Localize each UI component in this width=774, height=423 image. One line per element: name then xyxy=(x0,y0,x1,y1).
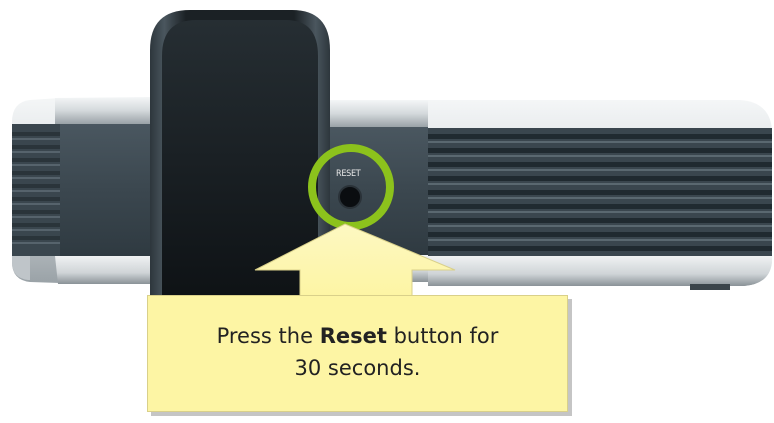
left-bottom-lip xyxy=(55,256,150,284)
right-body xyxy=(428,100,772,290)
left-top-lip xyxy=(55,97,150,124)
middle-top-lip xyxy=(320,100,430,127)
callout-text: Press the Reset button for 30 seconds. xyxy=(217,320,499,384)
callout-text-before: Press the xyxy=(216,323,320,348)
callout-text-line2: 30 seconds. xyxy=(294,355,421,380)
instruction-callout: Press the Reset button for 30 seconds. xyxy=(147,295,568,412)
left-dark-panel xyxy=(60,124,152,256)
reset-label: RESET xyxy=(336,169,361,179)
callout-text-after: button for xyxy=(386,323,499,348)
left-vent-fins xyxy=(12,124,62,256)
callout-text-bold: Reset xyxy=(319,323,387,348)
